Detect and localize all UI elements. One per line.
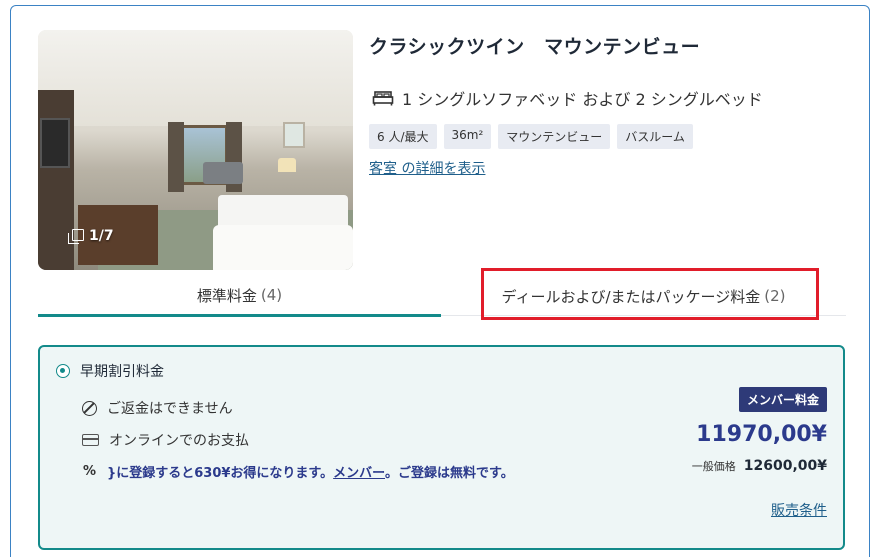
room-title: クラシックツイン マウンテンビュー	[369, 36, 701, 58]
bed-info: 1 シングルソファベッド および 2 シングルベッド	[372, 86, 763, 110]
member-msg-pre: }に登録すると630¥お得になります。	[107, 466, 334, 481]
room-photo[interactable]: 1/7	[38, 30, 353, 270]
rate-option[interactable]: 早期割引料金	[56, 361, 164, 381]
member-msg-post: 。ご登録は無料です。	[385, 466, 514, 481]
rate-card: 早期割引料金 ご返金はできません オンラインでのお支払 % }に登録すると630…	[38, 345, 845, 550]
refund-policy: ご返金はできません	[82, 398, 233, 418]
member-rate-badge: メンバー料金	[738, 387, 827, 412]
photo-count-text: 1/7	[89, 228, 114, 244]
tab-standard-count: (4)	[260, 286, 283, 304]
bed-description: 1 シングルソファベッド および 2 シングルベッド	[402, 90, 763, 109]
percent-icon: %	[82, 464, 97, 479]
gallery-icon	[68, 228, 84, 244]
no-refund-icon	[82, 400, 97, 416]
member-promo-text: }に登録すると630¥お得になります。メンバー。ご登録は無料です。	[107, 462, 514, 481]
bed-icon	[372, 90, 394, 106]
member-promo: % }に登録すると630¥お得になります。メンバー。ご登録は無料です。	[82, 462, 514, 481]
payment-method: オンラインでのお支払	[82, 430, 249, 450]
general-price-row: 一般価格 12600,00¥	[692, 458, 827, 474]
general-price: 12600,00¥	[743, 458, 827, 474]
tag-view: マウンテンビュー	[498, 124, 611, 149]
rate-name: 早期割引料金	[80, 364, 164, 380]
tab-standard-rates[interactable]: 標準料金 (4)	[38, 276, 441, 317]
member-signup-link[interactable]: メンバー	[333, 466, 385, 481]
photo-counter[interactable]: 1/7	[68, 228, 114, 244]
payment-text: オンラインでのお支払	[109, 433, 249, 449]
tag-size: 36m²	[443, 124, 492, 149]
refund-text: ご返金はできません	[107, 401, 233, 417]
tab-standard-label: 標準料金	[196, 286, 257, 305]
tag-bathroom: バスルーム	[617, 124, 693, 149]
general-price-label: 一般価格	[691, 460, 736, 473]
credit-card-icon	[82, 434, 99, 446]
tag-occupancy: 6 人/最大	[369, 124, 437, 149]
radio-selected-icon[interactable]	[56, 364, 70, 378]
highlight-box	[481, 268, 819, 320]
member-price: 11970,00¥	[696, 422, 827, 447]
room-tags: 6 人/最大 36m² マウンテンビュー バスルーム	[369, 124, 693, 149]
sales-terms-link[interactable]: 販売条件	[771, 500, 827, 520]
room-details-link[interactable]: 客室 の詳細を表示	[369, 158, 485, 178]
